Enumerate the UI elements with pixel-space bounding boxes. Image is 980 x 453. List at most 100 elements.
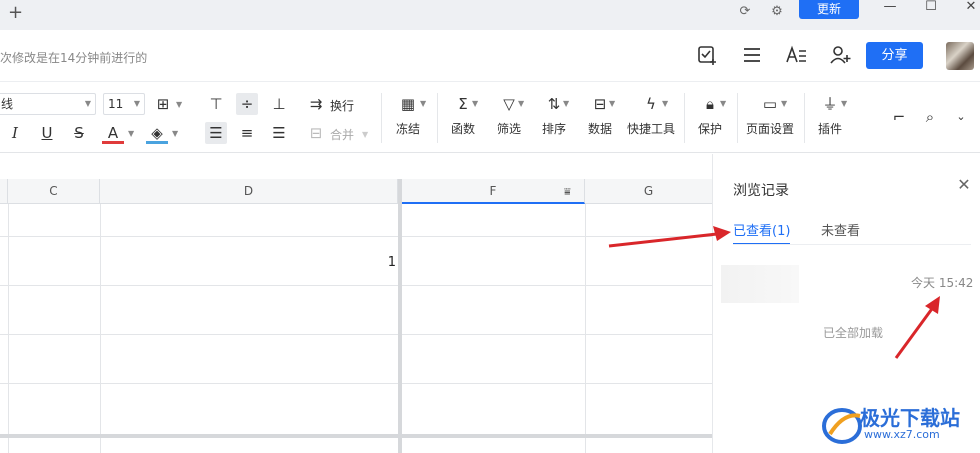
col-divider	[585, 204, 586, 453]
watermark-text: 极光下载站	[860, 406, 960, 430]
annotation-arrow	[894, 296, 940, 359]
font-color-icon[interactable]: A	[102, 122, 124, 144]
sync-icon[interactable]: ⟳	[737, 4, 753, 20]
font-family-value: 线	[1, 97, 14, 111]
chevron-down-icon: ▼	[720, 99, 727, 108]
row-divider	[0, 285, 712, 286]
chevron-down-icon: ▼	[472, 99, 479, 108]
cell-d2[interactable]: 1	[100, 255, 396, 271]
chevron-down-icon[interactable]: ▼	[176, 100, 182, 109]
row-divider	[0, 383, 712, 384]
search-icon[interactable]: ⌕	[919, 106, 941, 128]
toolbar-divider	[381, 93, 382, 143]
settings-icon[interactable]: ⚙	[769, 4, 785, 20]
filter-icon[interactable]: ⩸	[564, 179, 571, 204]
data-label: 数据	[587, 122, 612, 136]
column-header-d[interactable]: D	[100, 179, 398, 204]
plugins-tool[interactable]: ⏚ 插件 ▼	[814, 93, 848, 137]
row-divider	[0, 334, 712, 335]
chevron-down-icon[interactable]: ▼	[172, 129, 178, 138]
align-right-icon[interactable]: ☰	[268, 122, 290, 144]
freeze-divider-vertical[interactable]	[398, 179, 402, 453]
chevron-down-icon: ▼	[84, 99, 91, 108]
toolbar: 线 ▼ 11 ▼ ⊞ ▼ ⊤ ÷ ⊥ ⇉ 换行 I U S A ▼ ◈ ▼ ☰ …	[0, 83, 980, 153]
sort-label: 排序	[541, 122, 566, 136]
freeze-divider-horizontal[interactable]	[0, 434, 712, 438]
protect-label: 保护	[697, 122, 722, 136]
align-middle-icon[interactable]: ÷	[236, 93, 258, 115]
update-button[interactable]: 更新	[799, 0, 859, 19]
user-avatar[interactable]	[946, 42, 974, 70]
chevron-down-icon: ▼	[841, 99, 848, 108]
column-header-row: C D F ⩸ G	[0, 179, 712, 204]
data-tool[interactable]: ⊟ 数据 ▼	[584, 93, 616, 137]
visit-time: 今天 15:42	[911, 276, 974, 290]
menu-icon[interactable]	[741, 44, 763, 66]
title-bar: + ⟳ ⚙ 更新 — ☐ ✕	[0, 0, 980, 30]
chevron-down-icon[interactable]: ▼	[362, 130, 368, 139]
merge-cells-button[interactable]: 合并	[330, 126, 354, 143]
underline-icon[interactable]: U	[36, 122, 58, 144]
maximize-icon[interactable]: ☐	[920, 0, 942, 16]
col-divider	[100, 204, 101, 453]
visitor-avatar	[721, 265, 799, 303]
chevron-down-icon: ▼	[563, 99, 570, 108]
align-bottom-icon[interactable]: ⊥	[268, 93, 290, 115]
wrap-text-icon[interactable]: ⇉	[305, 93, 327, 115]
column-header-b[interactable]	[0, 179, 8, 204]
toolbar-divider	[684, 93, 685, 143]
column-header-f[interactable]: F ⩸	[402, 179, 585, 204]
chevron-down-icon[interactable]: ▼	[128, 129, 134, 138]
freeze-tool[interactable]: ▦ 冻结 ▼	[392, 93, 427, 137]
quick-tools[interactable]: ϟ 快捷工具 ▼	[626, 93, 676, 137]
chevron-down-icon: ▼	[133, 99, 140, 108]
tab-not-viewed[interactable]: 未查看	[821, 220, 860, 239]
protect-tool[interactable]: 🔒︎ 保护 ▼	[694, 93, 726, 137]
close-window-icon[interactable]: ✕	[960, 0, 980, 16]
chevron-down-icon[interactable]: ⌄	[950, 106, 972, 128]
spreadsheet-grid[interactable]: C D F ⩸ G 1	[0, 154, 712, 453]
chevron-down-icon: ▼	[662, 99, 669, 108]
text-format-icon[interactable]	[785, 44, 807, 66]
sort-tool[interactable]: ⇅ 排序 ▼	[538, 93, 570, 137]
column-header-c[interactable]: C	[8, 179, 100, 204]
minimize-icon[interactable]: —	[879, 0, 901, 16]
page-setup-label: 页面设置	[745, 122, 794, 136]
close-icon[interactable]: ✕	[955, 176, 973, 194]
column-header-g[interactable]: G	[585, 179, 712, 204]
strikethrough-icon[interactable]: S	[68, 122, 90, 144]
filter-label: 筛选	[496, 122, 521, 136]
align-top-icon[interactable]: ⊤	[205, 93, 227, 115]
font-family-select[interactable]: 线 ▼	[0, 93, 96, 115]
share-button[interactable]: 分享	[866, 42, 923, 69]
fill-color-icon[interactable]: ◈	[146, 122, 168, 144]
align-left-icon[interactable]: ☰	[205, 122, 227, 144]
new-tab-button[interactable]: +	[8, 2, 23, 23]
tab-viewed[interactable]: 已查看(1)	[733, 220, 791, 245]
page-setup-tool[interactable]: ▭ 页面设置 ▼	[745, 93, 795, 137]
quick-tools-label: 快捷工具	[626, 122, 675, 136]
freeze-label: 冻结	[395, 122, 420, 136]
chevron-down-icon: ▼	[609, 99, 616, 108]
wrap-text-button[interactable]: 换行	[330, 97, 354, 114]
panel-title: 浏览记录	[733, 183, 789, 199]
chevron-down-icon: ▼	[518, 99, 525, 108]
document-header: 上次修改是在14分钟前进行的 分享	[0, 30, 980, 82]
plugins-label: 插件	[817, 122, 842, 136]
italic-icon[interactable]: I	[4, 122, 26, 144]
tab-underline	[733, 244, 971, 245]
chevron-down-icon: ▼	[781, 99, 788, 108]
task-add-icon[interactable]	[696, 44, 718, 66]
watermark-url: www.xz7.com	[864, 428, 940, 441]
filter-tool[interactable]: ▽ 筛选 ▼	[493, 93, 525, 137]
brush-icon[interactable]: ⌐	[888, 106, 910, 128]
function-tool[interactable]: Σ 函数 ▼	[447, 93, 479, 137]
lightning-icon: ϟ	[646, 95, 656, 113]
merge-cells-icon[interactable]: ⊟	[305, 122, 327, 144]
border-icon[interactable]: ⊞	[152, 93, 174, 115]
add-collaborator-icon[interactable]	[829, 44, 851, 66]
align-center-icon[interactable]: ≡	[236, 122, 258, 144]
chevron-down-icon: ▼	[420, 99, 427, 108]
function-label: 函数	[450, 122, 475, 136]
font-size-select[interactable]: 11 ▼	[103, 93, 145, 115]
